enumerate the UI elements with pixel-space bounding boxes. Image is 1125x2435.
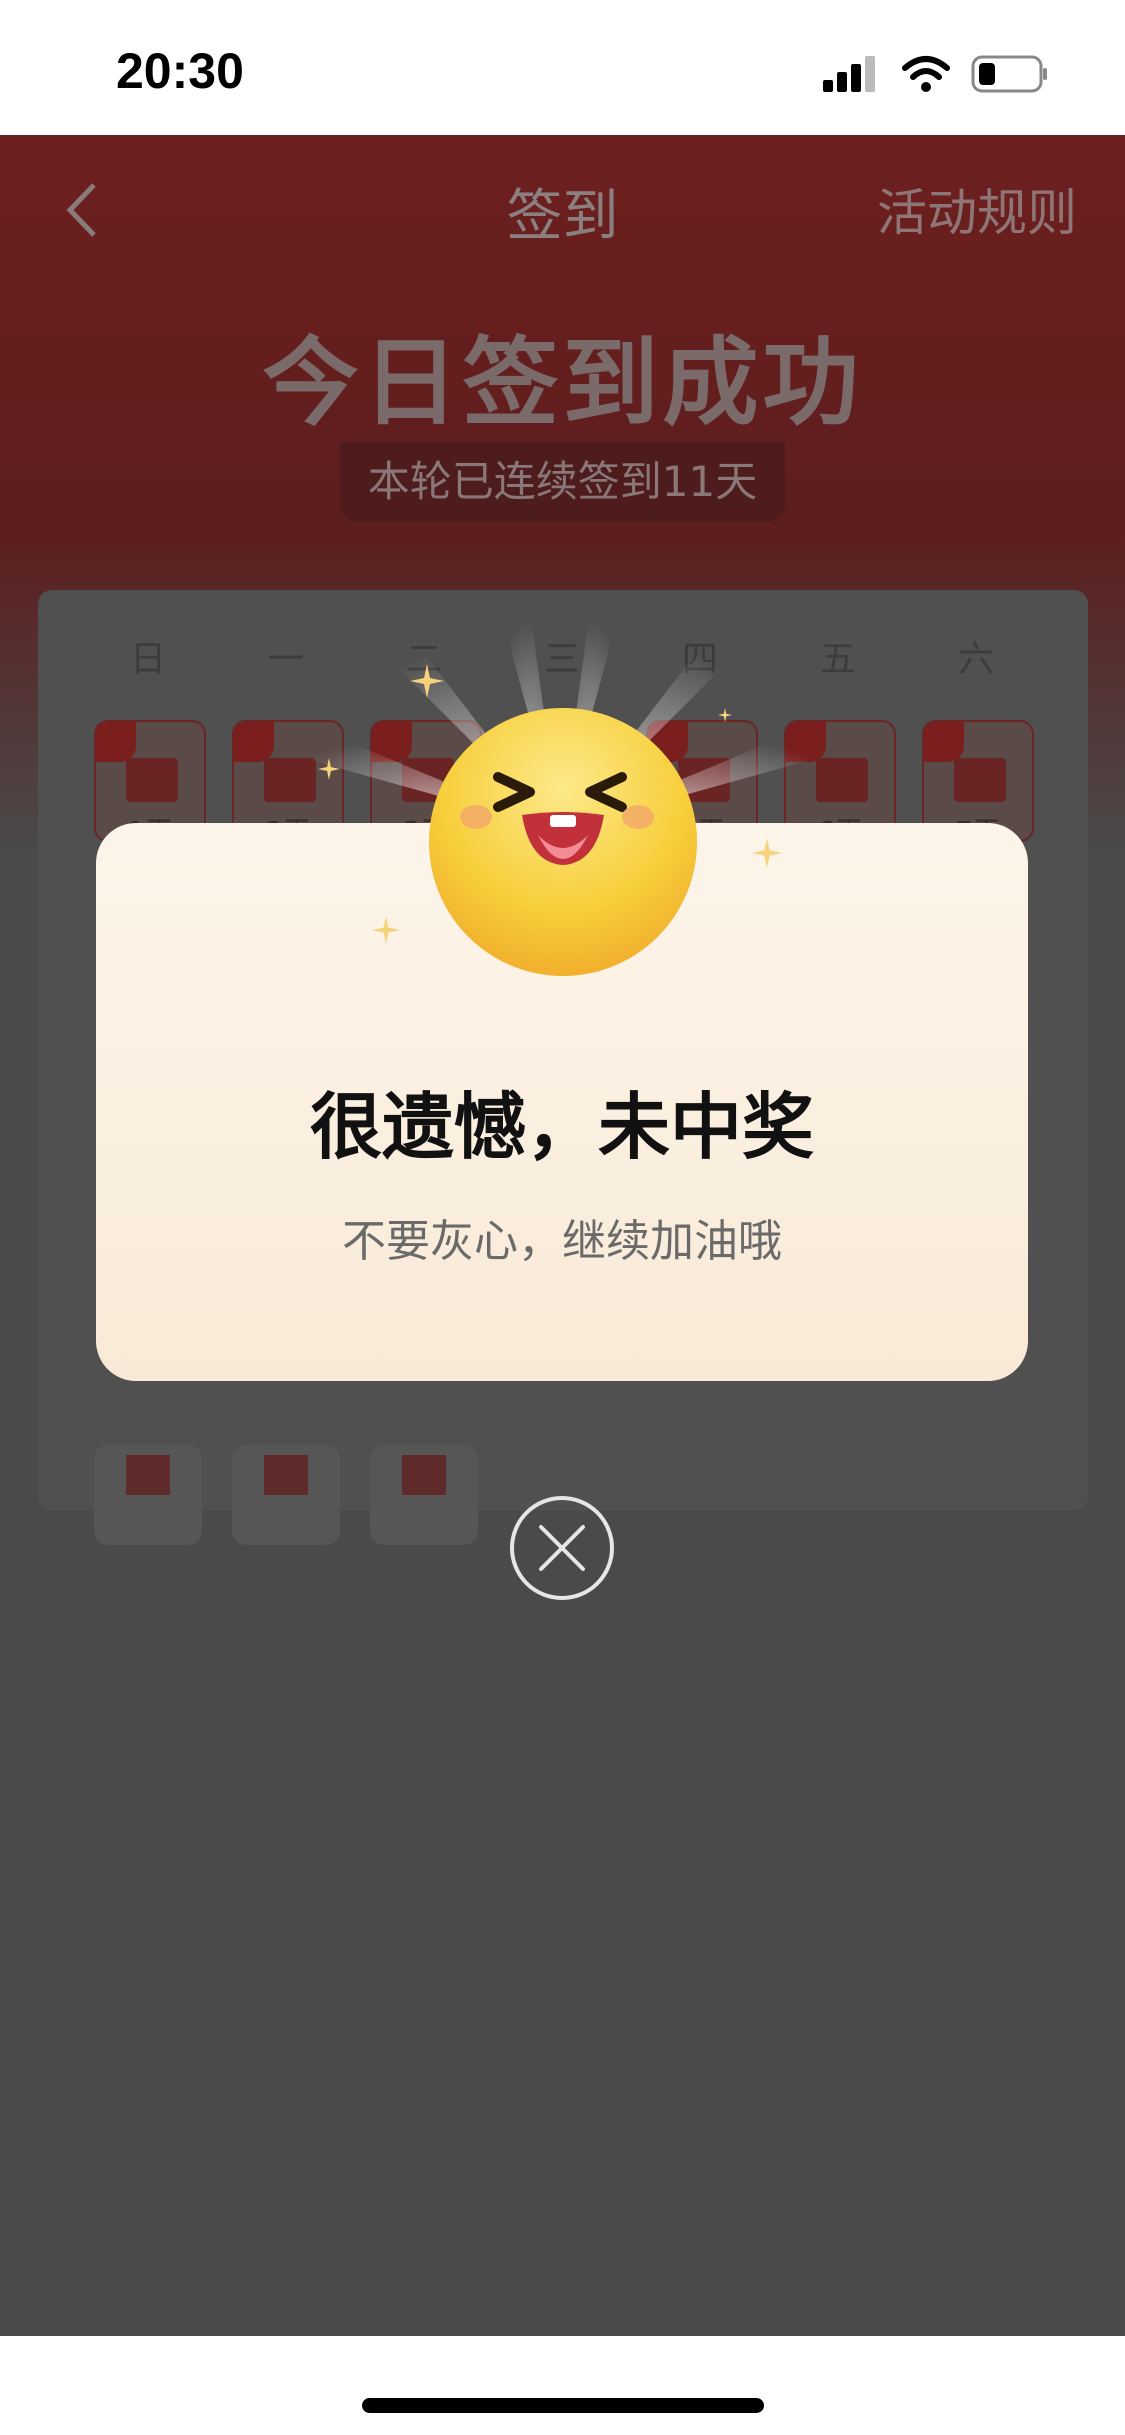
calendar-day xyxy=(370,1445,478,1545)
home-indicator[interactable] xyxy=(362,2398,764,2413)
sparkle-icon xyxy=(318,758,340,780)
sparkle-icon xyxy=(372,916,400,944)
home-indicator-bar xyxy=(0,2336,1125,2435)
calendar-day xyxy=(94,1445,202,1545)
status-bar: 20:30 xyxy=(0,0,1125,135)
gift-icon xyxy=(816,758,868,802)
close-icon[interactable] xyxy=(509,1495,615,1601)
gift-icon xyxy=(126,1455,170,1495)
check-icon xyxy=(234,722,274,762)
gift-icon xyxy=(126,758,178,802)
check-icon xyxy=(924,722,964,762)
wifi-icon xyxy=(902,56,950,92)
result-subtitle: 不要灰心，继续加油哦 xyxy=(342,1216,782,1267)
battery-icon xyxy=(971,55,1047,93)
gift-icon xyxy=(264,1455,308,1495)
result-title: 很遗憾，未中奖 xyxy=(309,1085,814,1169)
gift-icon xyxy=(402,1455,446,1495)
gift-icon xyxy=(954,758,1006,802)
weekday-sun: 日 xyxy=(129,639,166,680)
status-time: 20:30 xyxy=(116,43,244,99)
activity-rules-link[interactable]: 活动规则 xyxy=(877,173,1077,245)
sparkle-icon xyxy=(752,838,782,868)
sparkle-icon xyxy=(718,708,732,722)
checkin-success-title: 今日签到成功 xyxy=(262,327,863,439)
check-icon xyxy=(96,722,136,762)
streak-badge: 本轮已连续签到11天 xyxy=(340,442,785,522)
cellular-signal-icon xyxy=(823,56,875,92)
sparkle-icon xyxy=(410,664,444,698)
laughing-emoji-icon xyxy=(429,708,697,976)
weekday-sat: 六 xyxy=(957,639,994,680)
calendar-day xyxy=(232,1445,340,1545)
